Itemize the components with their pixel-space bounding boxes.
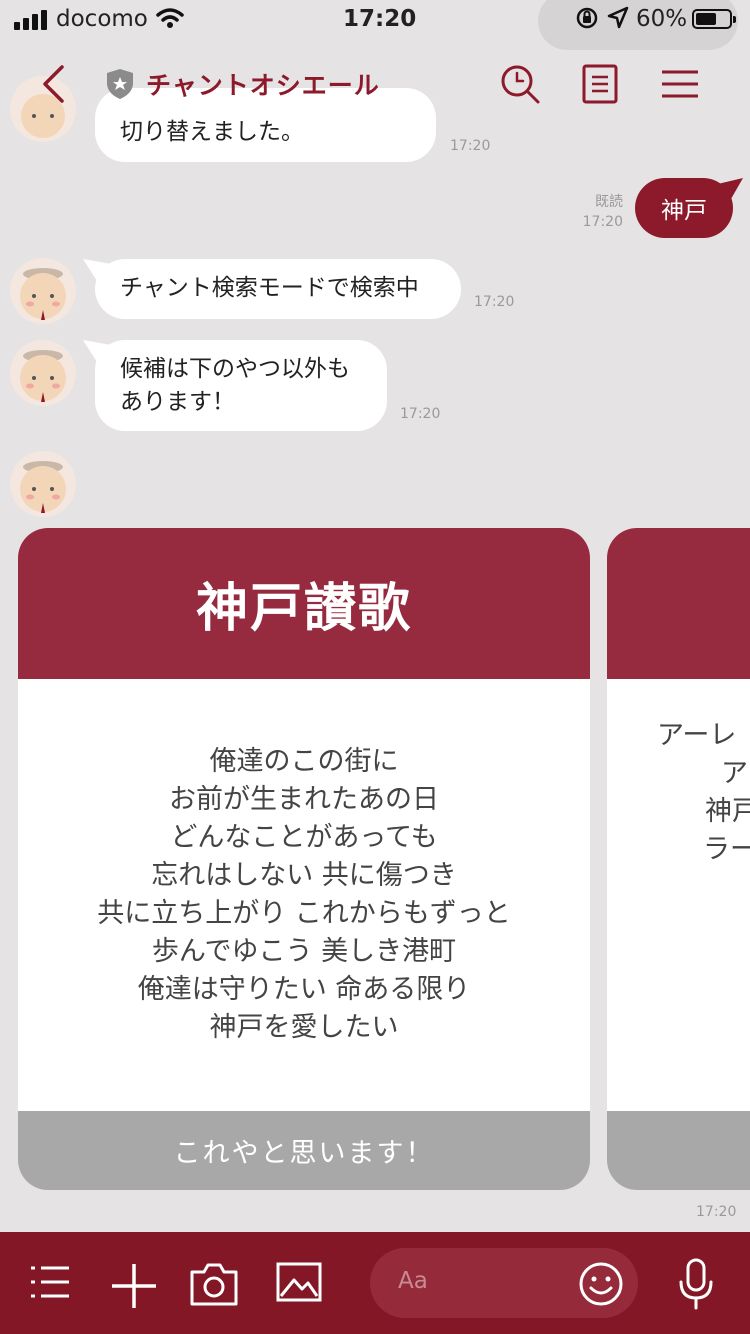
bot-avatar[interactable] <box>10 340 76 406</box>
card-lyrics: 俺達のこの街に お前が生まれたあの日 どんなことがあっても 忘れはしない 共に傷… <box>18 679 590 1111</box>
rotation-lock-icon <box>576 7 598 29</box>
lyric-line: 神戸を愛したい <box>209 1012 399 1043</box>
message-time: 17:20 <box>696 1204 737 1220</box>
cat-avatar-icon <box>20 268 66 320</box>
lyric-line: どんなことがあっても <box>170 822 438 853</box>
lyric-line: ア <box>721 758 748 789</box>
chat-area[interactable]: 切り替えました。 17:20 既読 17:20 神戸 チャント検索モードで検索中… <box>0 40 750 1232</box>
message-time: 17:20 <box>474 294 515 310</box>
outgoing-message-bubble: 神戸 <box>635 178 733 238</box>
cat-avatar-icon <box>20 461 66 513</box>
message-text: 神戸 <box>661 198 707 224</box>
cat-avatar-icon <box>20 350 66 402</box>
chat-title: チャントオシエール <box>146 71 380 100</box>
read-label: 既読 <box>595 194 623 210</box>
lyric-line: ラー <box>703 834 750 865</box>
chat-header: チャントオシエール <box>0 40 750 126</box>
back-icon[interactable] <box>38 64 68 104</box>
location-icon <box>607 6 629 29</box>
bot-avatar[interactable] <box>10 451 76 517</box>
card-title <box>607 528 750 679</box>
emoji-icon[interactable] <box>578 1261 624 1307</box>
lyric-line: お前が生まれたあの日 <box>169 784 439 815</box>
message-bubble: 候補は下のやつ以外も あります！ <box>95 340 387 431</box>
bot-avatar[interactable] <box>10 258 76 324</box>
menu-icon[interactable] <box>658 62 702 106</box>
lyric-line: 神戸 <box>705 796 750 827</box>
notes-icon[interactable] <box>578 62 622 106</box>
message-text: チャント検索モードで検索中 <box>120 275 419 301</box>
message-bubble: チャント検索モードで検索中 <box>95 259 461 319</box>
message-time: 17:20 <box>400 406 441 422</box>
read-receipt: 既読 17:20 <box>560 192 623 232</box>
lyric-line: 歩んでゆこう 美しき港町 <box>151 936 457 967</box>
carrier-label: docomo <box>56 6 148 32</box>
message-text-line: 候補は下のやつ以外も <box>120 356 350 382</box>
plus-icon[interactable] <box>110 1262 158 1310</box>
battery-icon <box>692 9 736 29</box>
lyric-line: 忘れはしない 共に傷つき <box>151 860 457 891</box>
status-bar: docomo 17:20 60% <box>0 0 750 50</box>
input-toolbar: Aa <box>0 1232 750 1334</box>
select-chant-button[interactable] <box>607 1111 750 1190</box>
wifi-icon <box>156 8 184 28</box>
lyric-line: アーレ <box>657 720 737 751</box>
chant-card: アーレ ア 神戸 ラー <box>607 528 750 1190</box>
input-placeholder: Aa <box>398 1268 428 1294</box>
message-time: 17:20 <box>450 138 491 154</box>
battery-percent: 60% <box>636 6 688 32</box>
search-icon[interactable] <box>498 62 542 106</box>
image-icon[interactable] <box>276 1262 322 1302</box>
clock: 17:20 <box>343 6 417 32</box>
signal-icon <box>14 10 47 30</box>
list-icon[interactable] <box>28 1262 72 1302</box>
card-lyrics: アーレ ア 神戸 ラー <box>607 679 750 1111</box>
lyric-line: 俺達のこの街に <box>209 746 399 777</box>
mic-icon[interactable] <box>676 1258 716 1310</box>
message-time: 17:20 <box>582 214 623 230</box>
message-text-line: あります！ <box>120 389 235 415</box>
shield-icon <box>107 69 133 99</box>
card-title: 神戸讃歌 <box>18 528 590 679</box>
select-chant-button[interactable]: これやと思います！ <box>18 1111 590 1190</box>
message-input[interactable]: Aa <box>370 1248 638 1318</box>
chant-card: 神戸讃歌 俺達のこの街に お前が生まれたあの日 どんなことがあっても 忘れはしな… <box>18 528 590 1190</box>
camera-icon[interactable] <box>190 1262 238 1306</box>
lyric-line: 共に立ち上がり これからもずっと <box>97 898 511 929</box>
lyric-line: 俺達は守りたい 命ある限り <box>137 974 471 1005</box>
